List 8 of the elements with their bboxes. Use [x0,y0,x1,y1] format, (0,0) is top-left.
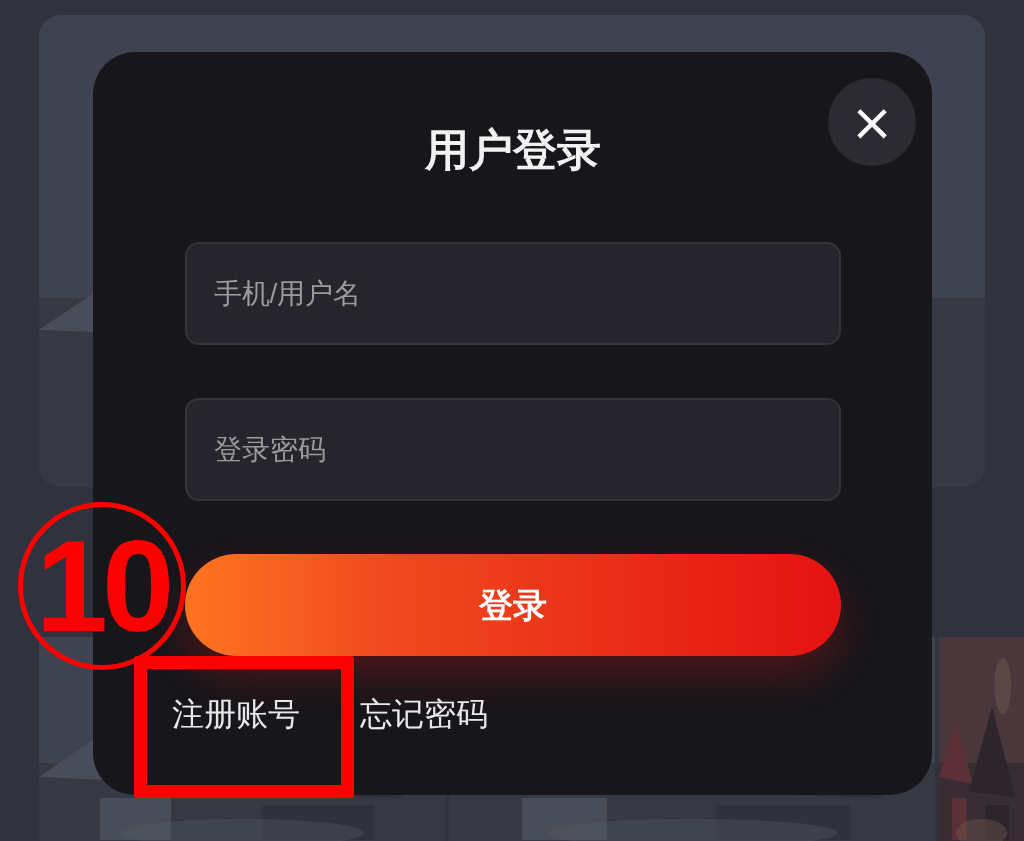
dialog-title: 用户登录 [424,128,601,172]
password-field[interactable]: 登录密码 [184,398,841,501]
register-link[interactable]: 注册账号 [172,684,300,744]
close-button[interactable]: × [828,78,916,166]
login-button[interactable]: 登录 [184,554,841,656]
forgot-password-link[interactable]: 忘记密码 [360,684,488,744]
annotation-number: 10 [35,521,169,651]
username-field[interactable]: 手机/用户名 [184,242,841,345]
